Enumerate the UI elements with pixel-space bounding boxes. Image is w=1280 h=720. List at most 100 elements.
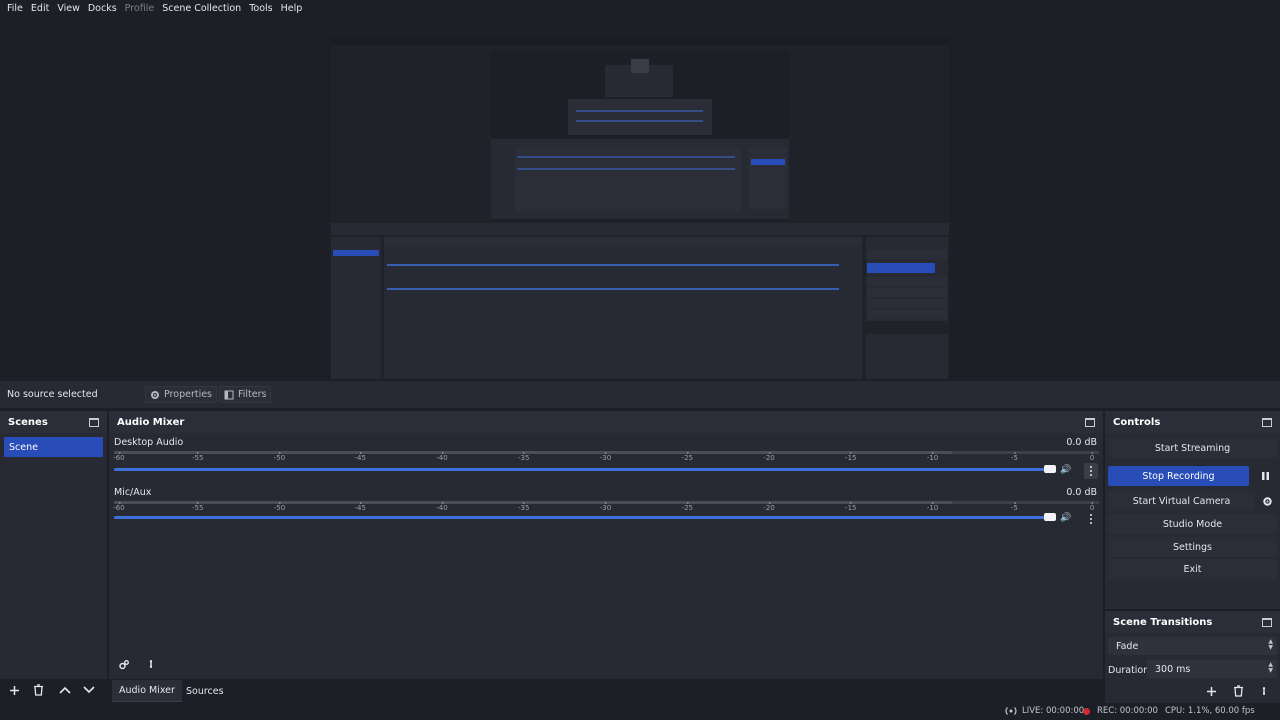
mixer-channel-desktop-audio: Desktop Audio 0.0 dB -60 -55 -50 -45 -40… [109,437,1101,483]
channel-db: 0.0 dB [1066,437,1097,448]
undock-icon[interactable] [1262,617,1272,627]
remove-transition-button[interactable] [1228,681,1248,701]
controls-dock-title: Controls [1105,411,1280,433]
meter-scale: -60 -55 -50 -45 -40 -35 -30 -25 -20 -15 … [113,502,1099,515]
scene-transitions-title: Scene Transitions [1113,616,1213,628]
speaker-icon[interactable]: 🔊 [1060,513,1071,523]
volume-slider-handle[interactable] [1044,465,1056,473]
plus-icon [9,685,19,695]
undock-icon[interactable] [1262,417,1272,427]
cpu-fps-readout: CPU: 1.1%, 60.00 fps [1165,706,1255,716]
tick-label: -50 [273,452,286,462]
undock-icon[interactable] [89,417,99,427]
volume-slider-handle[interactable] [1044,513,1056,521]
menu-bar: File Edit View Docks Profile Scene Colle… [0,0,1280,16]
controls-title: Controls [1113,416,1161,428]
filters-button[interactable]: Filters [219,386,272,403]
menu-view[interactable]: View [53,3,84,14]
preview-area[interactable] [0,16,1280,387]
duration-value: 300 ms [1155,663,1191,675]
add-transition-button[interactable] [1201,681,1221,701]
record-dot-icon [1083,708,1090,715]
channel-menu-button[interactable] [1084,511,1098,527]
menu-scene-collection[interactable]: Scene Collection [158,3,245,14]
broadcast-icon [1005,707,1017,715]
tick-label: -25 [681,452,693,462]
tab-audio-mixer[interactable]: Audio Mixer [112,680,182,702]
remove-scene-button[interactable] [28,680,48,700]
gear-icon [1262,496,1272,506]
tab-label: Audio Mixer [119,685,175,696]
menu-file[interactable]: File [3,3,27,14]
scenes-dock: Scenes Scene [0,411,107,681]
advanced-audio-properties-button[interactable] [114,655,134,675]
source-toolbar: No source selected Properties Filters [0,381,1280,408]
menu-docks[interactable]: Docks [84,3,121,14]
tick-label: -25 [681,502,693,512]
move-scene-up-button[interactable] [55,680,75,700]
preview-recursive-image [331,37,949,387]
duration-spinbox[interactable]: 300 ms ▲ ▼ [1147,660,1277,678]
no-source-label: No source selected [7,389,98,400]
tab-sources[interactable]: Sources [179,680,231,702]
meter-scale: -60 -55 -50 -45 -40 -35 -30 -25 -20 -15 … [113,452,1099,465]
filters-label: Filters [238,389,267,400]
tick-label: -20 [763,502,775,512]
tick-label: -5 [1010,452,1018,462]
start-virtual-camera-button[interactable]: Start Virtual Camera [1108,491,1255,511]
transition-select[interactable]: Fade ▲ ▼ [1108,637,1277,655]
trash-icon [1233,685,1243,697]
channel-name: Desktop Audio [114,437,184,448]
volume-slider[interactable] [114,513,1056,521]
menu-edit[interactable]: Edit [27,3,53,14]
duration-label: Duration [1108,665,1150,676]
transition-properties-button[interactable] [1257,683,1271,699]
chevron-down-icon [83,686,95,694]
channel-name: Mic/Aux [114,487,152,498]
properties-button[interactable]: Properties [145,386,218,403]
tick-label: -40 [436,452,448,462]
studio-mode-button[interactable]: Studio Mode [1108,514,1277,534]
tick-label: -60 [113,452,125,462]
settings-button[interactable]: Settings [1108,537,1277,557]
tick-label: -20 [763,452,775,462]
pause-recording-button[interactable] [1255,466,1275,486]
bottom-toolbar: Audio Mixer Sources [0,679,1103,703]
tick-label: -45 [354,452,366,462]
volume-slider[interactable] [114,465,1056,473]
gears-icon [119,660,129,670]
move-scene-down-button[interactable] [79,680,99,700]
virtual-camera-settings-button[interactable] [1257,491,1277,511]
scene-list-item[interactable]: Scene [4,437,103,457]
tick-label: -55 [192,452,204,462]
exit-button[interactable]: Exit [1108,559,1277,579]
preview-canvas[interactable] [331,37,949,387]
tick-label: -50 [273,502,286,512]
tick-label: -30 [599,452,612,462]
tick-label: -30 [599,502,612,512]
tick-label: -10 [926,452,939,462]
menu-tools[interactable]: Tools [245,3,276,14]
up-down-arrows-icon: ▲ ▼ [1268,661,1273,674]
mixer-menu-button[interactable] [144,656,158,672]
stop-recording-button[interactable]: Stop Recording [1108,466,1249,486]
add-scene-button[interactable] [4,680,24,700]
rec-timer: REC: 00:00:00 [1097,706,1158,716]
mixer-channel-mic-aux: Mic/Aux 0.0 dB -60 -55 -50 -45 -40 -35 -… [109,487,1101,533]
chevron-up-icon [59,686,71,694]
channel-db: 0.0 dB [1066,487,1097,498]
channel-menu-button[interactable] [1084,463,1098,479]
undock-icon[interactable] [1085,417,1095,427]
scene-transitions-dock: Scene Transitions Fade ▲ ▼ Duration 300 m… [1105,611,1280,703]
menu-profile[interactable]: Profile [121,3,159,14]
status-bar: LIVE: 00:00:00 REC: 00:00:00 CPU: 1.1%, … [0,703,1280,720]
tick-label: -55 [192,502,204,512]
start-streaming-button[interactable]: Start Streaming [1108,438,1277,458]
tick-label: -10 [926,502,939,512]
tick-label: -35 [518,502,530,512]
tick-label: -45 [354,502,366,512]
speaker-icon[interactable]: 🔊 [1060,465,1071,475]
menu-help[interactable]: Help [277,3,307,14]
audio-mixer-dock-title: Audio Mixer [109,411,1103,433]
filter-icon [224,390,234,399]
